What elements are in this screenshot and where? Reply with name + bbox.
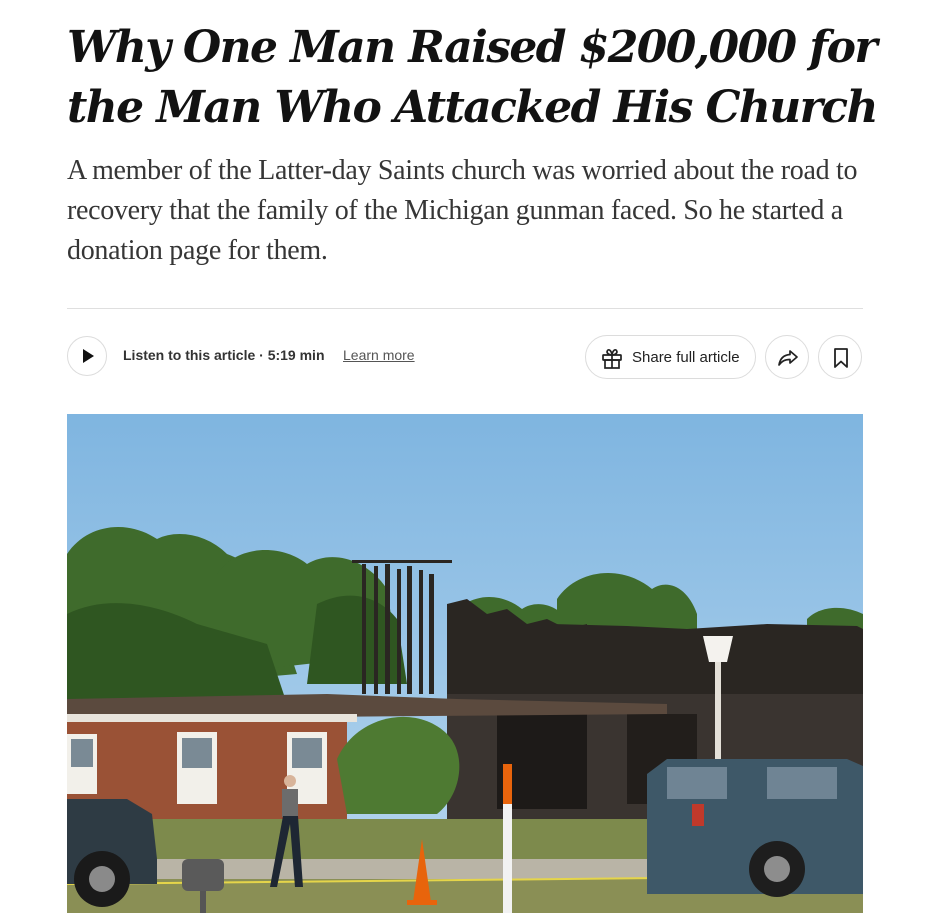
- divider: [67, 308, 863, 309]
- learn-more-link[interactable]: Learn more: [343, 347, 415, 363]
- summary-dek: A member of the Latter-day Saints church…: [67, 155, 858, 266]
- article-toolbar: Listen to this article · 5:19 min Learn …: [67, 334, 863, 382]
- play-button[interactable]: [67, 336, 107, 376]
- bookmark-icon: [834, 348, 848, 368]
- headline: Why One Man Raised $200,000 for the Man …: [67, 22, 878, 133]
- share-full-article-label: Share full article: [632, 349, 740, 366]
- share-button[interactable]: [765, 335, 809, 379]
- listen-label: Listen to this article · 5:19 min: [123, 347, 325, 363]
- share-full-article-button[interactable]: Share full article: [585, 335, 756, 379]
- article-photo: [66, 414, 864, 913]
- gift-icon: [602, 348, 622, 369]
- play-icon: [83, 349, 94, 363]
- share-arrow-icon: [778, 350, 798, 366]
- bookmark-button[interactable]: [818, 335, 862, 379]
